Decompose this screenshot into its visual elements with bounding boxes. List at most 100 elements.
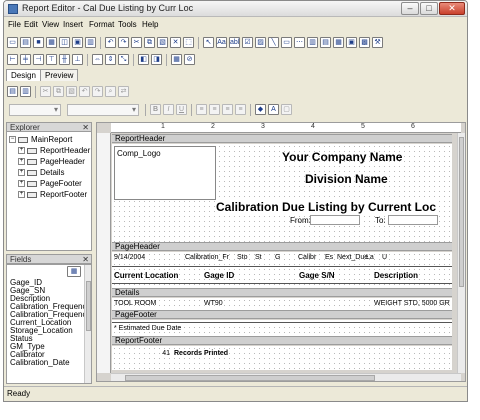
company-name-label[interactable]: Your Company Name [282, 150, 402, 164]
header-field[interactable]: Sto [237, 254, 248, 261]
band-report-footer[interactable]: ReportFooter [112, 336, 452, 345]
bold-button[interactable]: B [150, 104, 161, 115]
menu-edit[interactable]: Edit [24, 20, 38, 29]
tree-item-mainreport[interactable]: − MainReport [9, 135, 90, 146]
label-tool-icon[interactable]: Aa [216, 37, 227, 48]
to-label[interactable]: To: [375, 216, 386, 225]
border-icon[interactable]: ▢ [281, 104, 292, 115]
records-printed-label[interactable]: Records Printed [174, 350, 228, 357]
division-name-label[interactable]: Division Name [305, 172, 388, 186]
expand-icon[interactable]: + [18, 169, 25, 177]
header-field[interactable]: Es [325, 254, 333, 261]
design-vertical-scrollbar[interactable] [457, 133, 465, 373]
expand-icon[interactable]: + [18, 158, 25, 166]
company-logo[interactable]: Comp_Logo [114, 146, 216, 200]
header-field[interactable]: Next_Due [337, 254, 368, 261]
italic-button[interactable]: I [163, 104, 174, 115]
design-horizontal-scrollbar[interactable] [111, 373, 461, 381]
same-width-icon[interactable]: ⇔ [92, 54, 103, 65]
menu-format[interactable]: Format [89, 20, 114, 29]
print-icon[interactable]: ▦ [46, 37, 57, 48]
align-right-text-icon[interactable]: ≡ [222, 104, 233, 115]
menu-help[interactable]: Help [142, 20, 158, 29]
close-button[interactable]: ✕ [439, 2, 465, 15]
barcode-tool-icon[interactable]: ▥ [307, 37, 318, 48]
same-height-icon[interactable]: ⇕ [105, 54, 116, 65]
header-field[interactable]: U [382, 254, 387, 261]
tab-preview[interactable]: Preview [40, 69, 79, 81]
pagebreak-tool-icon[interactable]: ⋯ [294, 37, 305, 48]
expand-icon[interactable]: + [18, 147, 25, 155]
tree-item-reportheader[interactable]: + ReportHeader [9, 146, 90, 157]
header-field[interactable]: Calibration_Fr [185, 254, 229, 261]
line-tool-icon[interactable]: ╲ [268, 37, 279, 48]
undo-icon[interactable]: ↶ [105, 37, 116, 48]
same-size-icon[interactable]: ⤡ [118, 54, 129, 65]
maximize-button[interactable]: □ [420, 2, 438, 15]
from-label[interactable]: From: [290, 216, 311, 225]
header-field[interactable]: St [255, 254, 262, 261]
redo-icon[interactable]: ↷ [118, 37, 129, 48]
rectangle-tool-icon[interactable]: ▭ [281, 37, 292, 48]
align-right-icon[interactable]: ⊣ [33, 54, 44, 65]
justify-icon[interactable]: ≡ [235, 104, 246, 115]
scrollbar-thumb[interactable] [459, 137, 464, 287]
textbox-tool-icon[interactable]: abl [229, 37, 240, 48]
bring-front-icon[interactable]: ◧ [138, 54, 149, 65]
image-tool-icon[interactable]: ▨ [255, 37, 266, 48]
save-icon[interactable]: ■ [33, 37, 44, 48]
column-header-description[interactable]: Description [374, 271, 418, 280]
gage-id-field[interactable]: WT90 [204, 300, 223, 307]
delete-icon[interactable]: ✕ [170, 37, 181, 48]
align-bottom-icon[interactable]: ⊥ [72, 54, 83, 65]
pointer-icon[interactable]: ↖ [203, 37, 214, 48]
header-field[interactable]: La [366, 254, 374, 261]
fill-color-icon[interactable]: ◆ [255, 104, 266, 115]
band-details[interactable]: Details [112, 288, 452, 297]
align-left-icon[interactable]: ⊢ [7, 54, 18, 65]
menu-file[interactable]: File [8, 20, 21, 29]
align-center-icon[interactable]: ╪ [20, 54, 31, 65]
fields-icon[interactable]: ▥ [85, 37, 96, 48]
band-report-header[interactable]: ReportHeader [112, 134, 452, 143]
fields-scrollbar[interactable] [84, 265, 91, 383]
tab-design[interactable]: Design [6, 69, 41, 81]
underline-button[interactable]: U [176, 104, 187, 115]
column-header-gage-id[interactable]: Gage ID [204, 271, 234, 280]
tree-item-pagefooter[interactable]: + PageFooter [9, 179, 90, 190]
menu-tools[interactable]: Tools [118, 20, 137, 29]
from-date-field[interactable] [310, 215, 360, 225]
band-page-footer[interactable]: PageFooter [112, 310, 452, 319]
tree-item-details[interactable]: + Details [9, 168, 90, 179]
font-name-select[interactable] [9, 103, 61, 116]
description-field[interactable]: WEIGHT STD, 5000 GR [374, 300, 450, 307]
record-count-field[interactable]: 41 [152, 350, 170, 357]
checkbox-tool-icon[interactable]: ☑ [242, 37, 253, 48]
fields-close-icon[interactable]: ✕ [82, 255, 89, 264]
font-size-select[interactable] [67, 103, 139, 116]
expand-icon[interactable]: + [18, 180, 25, 188]
header-field[interactable]: G [275, 254, 280, 261]
header-field[interactable]: Calibr [298, 254, 316, 261]
select-icon[interactable]: ⬚ [183, 37, 194, 48]
column-header-location[interactable]: Current Location [114, 271, 178, 280]
send-back-icon[interactable]: ◨ [151, 54, 162, 65]
properties-icon[interactable]: ▣ [72, 37, 83, 48]
tools-icon[interactable]: ⚒ [372, 37, 383, 48]
subreport-tool-icon[interactable]: ▤ [320, 37, 331, 48]
print-date-field[interactable]: 9/14/2004 [114, 254, 145, 261]
new-icon[interactable]: ▭ [7, 37, 18, 48]
add-field-icon[interactable]: ▦ [67, 266, 81, 277]
cut-icon[interactable]: ✂ [131, 37, 142, 48]
band-page-header[interactable]: PageHeader [112, 242, 452, 251]
grid-tool-icon[interactable]: ▩ [359, 37, 370, 48]
to-date-field[interactable] [388, 215, 438, 225]
collapse-icon[interactable]: − [9, 136, 16, 144]
field-item[interactable]: Calibration_Date [7, 359, 91, 367]
copy-icon[interactable]: ⧉ [144, 37, 155, 48]
menu-insert[interactable]: Insert [63, 20, 83, 29]
scrollbar-thumb[interactable] [125, 375, 375, 381]
print-preview-icon[interactable]: ◫ [59, 37, 70, 48]
chart-tool-icon[interactable]: ▦ [333, 37, 344, 48]
align-middle-icon[interactable]: ╫ [59, 54, 70, 65]
